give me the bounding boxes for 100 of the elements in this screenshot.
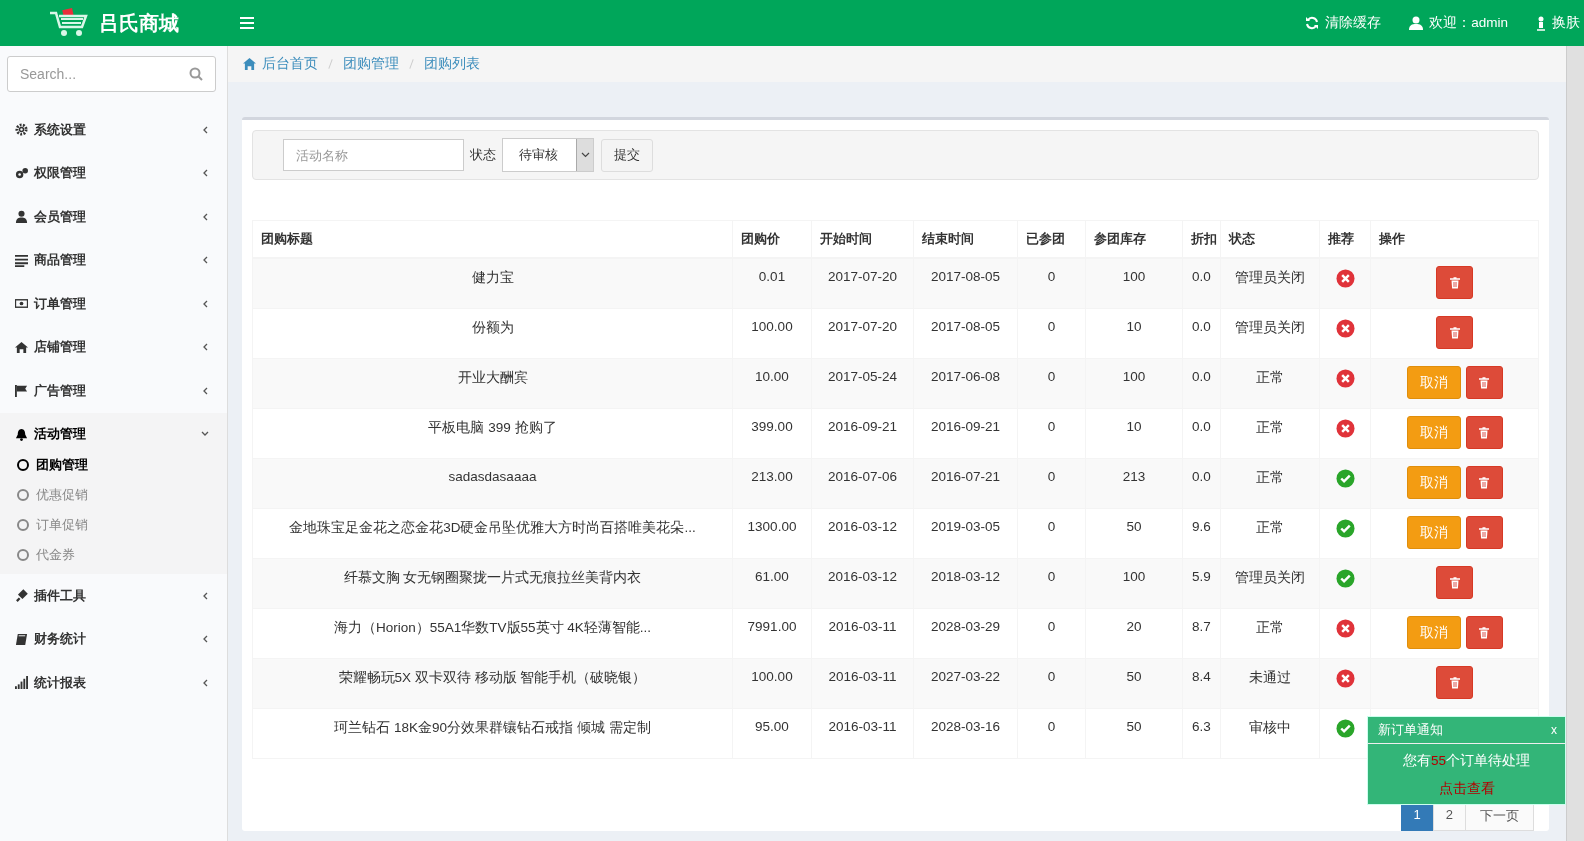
table-cell: 7991.00 (732, 608, 812, 659)
sidebar-item[interactable]: 权限管理 (0, 151, 227, 195)
table-cell: 金地珠宝足金花之恋金花3D硬金吊坠优雅大方时尚百搭唯美花朵... (252, 508, 733, 559)
breadcrumb-link[interactable]: 后台首页 (262, 55, 318, 73)
sidebar-item[interactable]: 系统设置 (0, 108, 227, 152)
delete-button[interactable] (1436, 566, 1473, 599)
search-icon (189, 67, 203, 81)
chevron-left-icon (201, 256, 209, 265)
sidebar-item[interactable]: 广告管理 (0, 369, 227, 413)
submenu-item[interactable]: 优惠促销 (0, 480, 227, 510)
breadcrumb-link[interactable]: 团购管理 (343, 55, 399, 73)
delete-button[interactable] (1465, 616, 1503, 649)
table-cell: 2016-03-11 (811, 708, 914, 759)
clear-cache-link[interactable]: 清除缓存 (1305, 14, 1382, 32)
table-cell: 399.00 (732, 408, 812, 459)
chevron-left-icon (201, 386, 209, 395)
view-link[interactable]: 点击查看 (1438, 780, 1495, 798)
table-cell: 2019-03-05 (913, 508, 1018, 559)
sidebar-item[interactable]: 统计报表 (0, 661, 227, 705)
sidebar-item[interactable]: 会员管理 (0, 195, 227, 239)
table-cell: 100 (1085, 358, 1183, 409)
user-menu[interactable]: 欢迎：admin (1409, 14, 1508, 32)
table-cell: 2016-03-12 (811, 508, 914, 559)
check-icon[interactable] (1335, 519, 1355, 538)
delete-button[interactable] (1465, 466, 1503, 499)
table-cell: 0.0 (1182, 408, 1221, 459)
table-cell: 61.00 (732, 558, 812, 609)
table-cell: 100.00 (732, 308, 812, 359)
delete-button[interactable] (1436, 316, 1473, 349)
table-cell: 0 (1017, 658, 1086, 709)
sidebar-item[interactable]: 财务统计 (0, 617, 227, 661)
trash-icon (1449, 676, 1460, 689)
activity-name-field[interactable]: 活动名称 (283, 139, 464, 171)
table-cell: 213.00 (732, 458, 812, 509)
table-cell: 2028-03-16 (913, 708, 1018, 759)
check-icon[interactable] (1335, 569, 1355, 588)
table-cell: 0 (1017, 508, 1086, 559)
sidebar-item[interactable]: 插件工具 (0, 574, 227, 618)
delete-button[interactable] (1436, 266, 1473, 299)
sidebar-item[interactable]: 订单管理 (0, 282, 227, 326)
sidebar-item[interactable]: 店铺管理 (0, 325, 227, 369)
submenu-item[interactable]: 订单促销 (0, 510, 227, 540)
submenu-item[interactable]: 代金券 (0, 540, 227, 570)
table-cell: 100.00 (732, 658, 812, 709)
cross-icon[interactable] (1335, 619, 1355, 638)
person-icon (1536, 15, 1546, 31)
chevron-left-icon (201, 635, 209, 644)
table-cell: 2016-07-06 (811, 458, 914, 509)
notification-title: 新订单通知 (1378, 721, 1443, 739)
table-cell: 份额为 (252, 308, 733, 359)
table-cell: 6.3 (1182, 708, 1221, 759)
skin-link[interactable]: 换肤 (1536, 14, 1580, 32)
book-icon (15, 632, 28, 646)
table-cell: 正常 (1220, 358, 1320, 409)
check-icon[interactable] (1335, 469, 1355, 488)
delete-button[interactable] (1465, 416, 1503, 449)
list-icon (15, 253, 28, 267)
table-cell: 珂兰钻石 18K金90分效果群镶钻石戒指 倾城 需定制 (252, 708, 733, 759)
plug-icon (15, 589, 28, 603)
search-field[interactable]: Search... (7, 56, 216, 92)
table-cell: 2017-08-05 (913, 258, 1018, 309)
table-cell: 0 (1017, 458, 1086, 509)
trash-icon (1479, 426, 1489, 439)
brand-name: 吕氏商城 (99, 10, 179, 36)
signal-icon (15, 676, 28, 690)
trash-icon (1479, 376, 1489, 389)
cross-icon[interactable] (1335, 369, 1355, 388)
delete-button[interactable] (1465, 516, 1503, 549)
cross-icon[interactable] (1335, 669, 1355, 688)
delete-button[interactable] (1465, 366, 1503, 399)
caret-icon (580, 152, 590, 158)
table-cell: 0 (1017, 358, 1086, 409)
table-cell: 95.00 (732, 708, 812, 759)
cross-icon[interactable] (1335, 419, 1355, 438)
delete-button[interactable] (1436, 666, 1473, 699)
status-dropdown[interactable]: 待审核 (502, 138, 594, 172)
table-cell: 10 (1085, 408, 1183, 459)
scrollbar[interactable] (1566, 46, 1584, 841)
table-cell: 10.00 (732, 358, 812, 409)
table-cell: 荣耀畅玩5X 双卡双待 移动版 智能手机（破晓银） (252, 658, 733, 709)
trash-icon (1479, 626, 1489, 639)
submit-button[interactable]: 提交 (601, 138, 653, 172)
table-cell: 正常 (1220, 458, 1320, 509)
table-cell: 健力宝 (252, 258, 733, 309)
table-cell: 管理员关闭 (1220, 558, 1320, 609)
table-cell: 0.01 (732, 258, 812, 309)
check-icon[interactable] (1335, 719, 1355, 738)
trash-icon (1449, 326, 1460, 339)
cross-icon[interactable] (1335, 319, 1355, 338)
close-button[interactable]: x (1549, 723, 1559, 737)
cross-icon[interactable] (1335, 269, 1355, 288)
chevron-left-icon (201, 125, 209, 134)
bell-icon (15, 427, 28, 441)
refresh-icon (1305, 16, 1320, 30)
user-icon (1409, 16, 1424, 30)
table-cell: 2027-03-22 (913, 658, 1018, 709)
table-cell: 0 (1017, 258, 1086, 309)
sidebar-item[interactable]: 商品管理 (0, 238, 227, 282)
table-cell: 20 (1085, 608, 1183, 659)
breadcrumb-link[interactable]: 团购列表 (424, 55, 480, 73)
